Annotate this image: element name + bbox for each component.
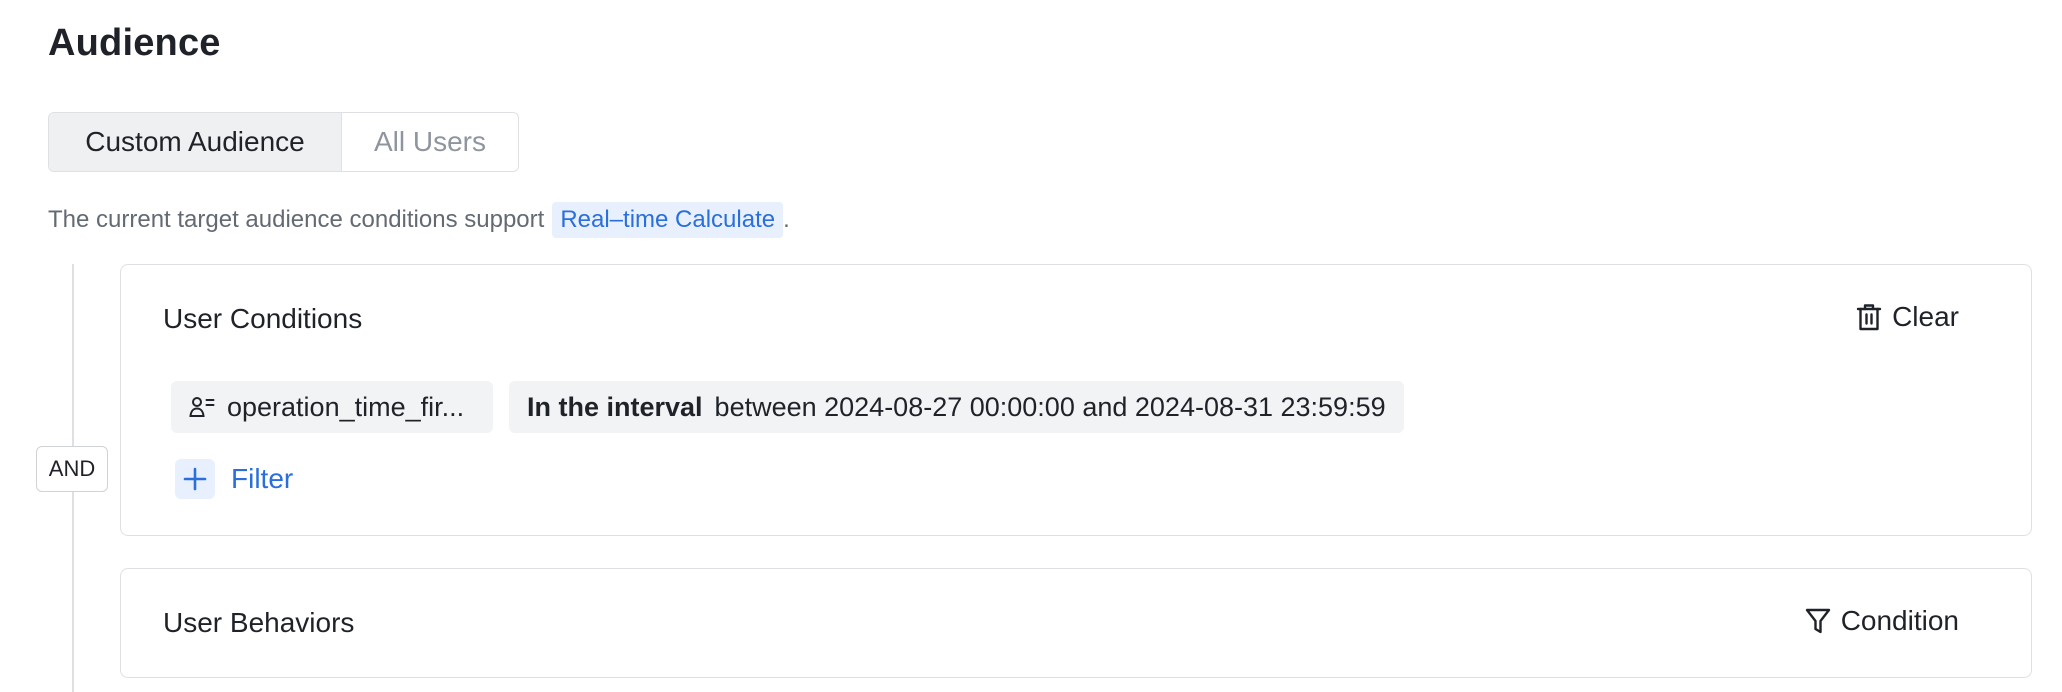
user-behaviors-title: User Behaviors [163, 607, 355, 638]
add-filter-label: Filter [231, 463, 294, 494]
user-conditions-title: User Conditions [163, 303, 363, 334]
clear-label: Clear [1892, 301, 1959, 332]
hint-text: The current target audience conditions s… [48, 206, 545, 233]
user-behaviors-card: User Behaviors Condition [120, 568, 2032, 678]
clear-button[interactable]: Clear [1856, 301, 1959, 333]
user-conditions-card: User Conditions Clear operation_time_fir… [120, 264, 2032, 536]
plus-icon [175, 459, 215, 499]
attribute-name: operation_time_fir... [227, 391, 465, 422]
audience-type-switch: Custom Audience All Users [48, 112, 519, 172]
tab-custom-audience[interactable]: Custom Audience [49, 113, 342, 171]
realtime-hint: The current target audience conditions s… [48, 202, 790, 238]
user-attribute-icon [189, 397, 215, 417]
attribute-select[interactable]: operation_time_fir... [171, 381, 493, 433]
condition-value-select[interactable]: In the interval between 2024-08-27 00:00… [509, 381, 1404, 433]
condition-row: operation_time_fir... In the interval be… [171, 381, 1404, 433]
and-operator-toggle[interactable]: AND [36, 446, 108, 492]
add-condition-button[interactable]: Condition [1805, 605, 1959, 637]
trash-icon [1856, 304, 1882, 331]
hint-suffix: . [783, 206, 790, 233]
add-filter-button[interactable]: Filter [175, 459, 293, 499]
funnel-icon [1805, 608, 1830, 634]
condition-operator: In the interval [527, 391, 703, 422]
condition-label: Condition [1840, 605, 1959, 636]
realtime-calculate-tag: Real–time Calculate [552, 202, 784, 238]
page-title: Audience [48, 22, 221, 64]
tab-all-users[interactable]: All Users [342, 113, 518, 171]
condition-value: between 2024-08-27 00:00:00 and 2024-08-… [714, 391, 1386, 422]
